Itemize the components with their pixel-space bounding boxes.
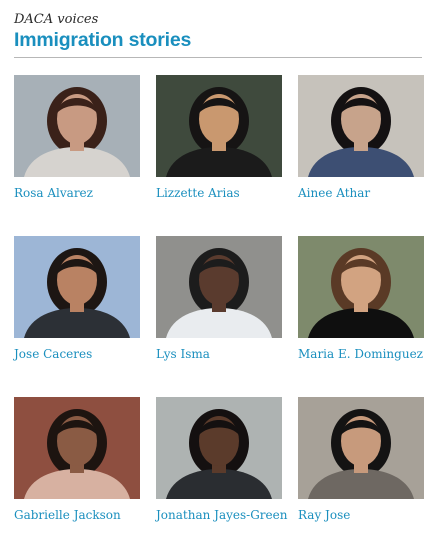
story-card-maria-e-dominguez[interactable]: Maria E. Dominguez xyxy=(298,236,426,362)
page-title: Immigration stories xyxy=(14,29,192,51)
portrait-photo xyxy=(298,397,424,499)
portrait-image xyxy=(156,75,282,177)
story-name-link[interactable]: Rosa Alvarez xyxy=(14,186,142,201)
portrait-image xyxy=(14,75,140,177)
story-name-link[interactable]: Ainee Athar xyxy=(298,186,426,201)
portrait-image xyxy=(156,236,282,338)
portrait-photo xyxy=(14,397,140,499)
portrait-photo xyxy=(14,236,140,338)
portrait-photo xyxy=(14,75,140,177)
story-row: Gabrielle Jackson Jonathan Jayes-Green R… xyxy=(14,397,424,547)
story-row: Rosa Alvarez Lizzette Arias Ainee Athar xyxy=(14,75,424,225)
story-name-link[interactable]: Maria E. Dominguez xyxy=(298,347,426,362)
portrait-photo xyxy=(156,75,282,177)
portrait-image xyxy=(298,397,424,499)
story-card-ainee-athar[interactable]: Ainee Athar xyxy=(298,75,426,201)
story-name-link[interactable]: Lizzette Arias xyxy=(156,186,284,201)
portrait-image xyxy=(14,236,140,338)
portrait-photo xyxy=(156,397,282,499)
portrait-image xyxy=(14,397,140,499)
portrait-image xyxy=(156,397,282,499)
story-name-link[interactable]: Ray Jose xyxy=(298,508,426,523)
story-card-lizzette-arias[interactable]: Lizzette Arias xyxy=(156,75,284,201)
portrait-photo xyxy=(298,236,424,338)
portrait-image xyxy=(298,75,424,177)
header-divider xyxy=(14,57,422,58)
story-card-jose-caceres[interactable]: Jose Caceres xyxy=(14,236,142,362)
story-card-gabrielle-jackson[interactable]: Gabrielle Jackson xyxy=(14,397,142,523)
portrait-image xyxy=(298,236,424,338)
portrait-photo xyxy=(298,75,424,177)
page-header: DACA voices Immigration stories xyxy=(14,12,424,51)
story-card-rosa-alvarez[interactable]: Rosa Alvarez xyxy=(14,75,142,201)
story-card-jonathan-jayes-green[interactable]: Jonathan Jayes-Green xyxy=(156,397,287,523)
story-card-ray-jose[interactable]: Ray Jose xyxy=(298,397,426,523)
portrait-photo xyxy=(156,236,282,338)
story-card-lys-isma[interactable]: Lys Isma xyxy=(156,236,284,362)
story-name-link[interactable]: Jose Caceres xyxy=(14,347,142,362)
story-row: Jose Caceres Lys Isma Maria E. Dominguez xyxy=(14,236,424,386)
section-kicker: DACA voices xyxy=(14,12,99,27)
story-name-link[interactable]: Lys Isma xyxy=(156,347,284,362)
story-name-link[interactable]: Jonathan Jayes-Green xyxy=(156,508,287,523)
story-name-link[interactable]: Gabrielle Jackson xyxy=(14,508,142,523)
